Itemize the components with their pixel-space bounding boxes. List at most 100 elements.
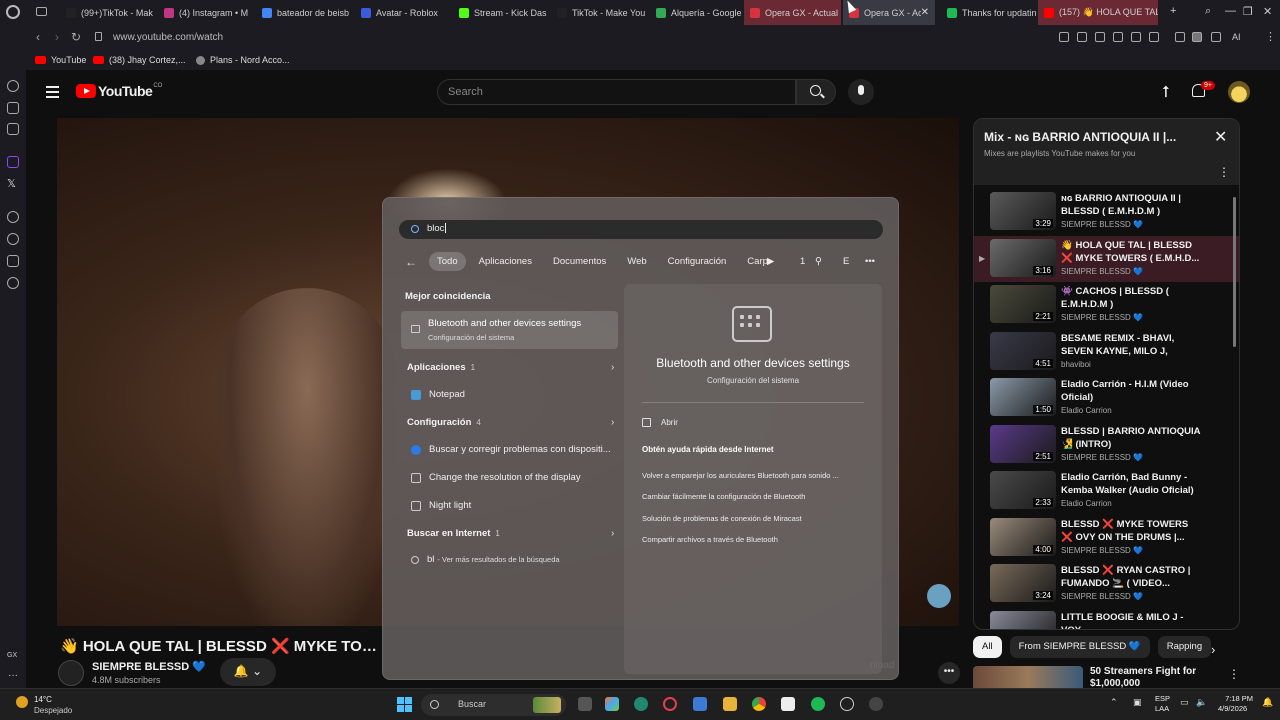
playlist-item[interactable]: 2:33 Eladio Carrión, Bad Bunny - Kemba Wa… xyxy=(974,468,1239,515)
browser-tab[interactable]: Opera GX - Ac ✕ xyxy=(843,0,935,25)
bookmark-nord[interactable]: Plans - Nord Acco... xyxy=(196,55,290,65)
roblox-icon[interactable] xyxy=(869,697,883,711)
reload-icon[interactable]: ↻ xyxy=(71,30,81,44)
minimize-icon[interactable]: — xyxy=(1225,5,1236,17)
search-filter-tab[interactable]: Configuración xyxy=(660,252,735,271)
video-thumbnail[interactable]: 4:00 xyxy=(990,517,1056,556)
browser-tab[interactable]: Opera GX - Actual xyxy=(744,0,841,25)
video-thumbnail[interactable]: 3:24 xyxy=(990,564,1056,602)
playlist-item[interactable]: 3:29 ɴɢ BARRIO ANTIOQUIA II | BLESSD ( E.… xyxy=(974,189,1239,236)
settings-gear-icon[interactable] xyxy=(7,277,19,289)
file-explorer-icon[interactable] xyxy=(723,697,737,711)
url-field[interactable]: www.youtube.com/watch xyxy=(113,32,223,43)
playlist-item[interactable]: 4:51 BESAME REMIX - BHAVI, SEVEN KAYNE, M… xyxy=(974,329,1239,376)
playlist-item[interactable]: 3:24 BLESSD ❌ RYAN CASTRO | FUMANDO 🚬 ( V… xyxy=(974,561,1239,608)
video-thumbnail[interactable]: 3:29 xyxy=(990,192,1056,230)
shield-icon[interactable] xyxy=(1095,32,1105,42)
browser-tab[interactable]: (157) 👋 HOLA QUE TAL | xyxy=(1038,0,1158,25)
menu-icon[interactable]: ⋮ xyxy=(1265,30,1276,43)
playlist-item[interactable]: ▶ 3:16 👋 HOLA QUE TAL | BLESSD ❌ MYKE TOWE… xyxy=(974,235,1239,282)
video-thumbnail[interactable] xyxy=(990,610,1056,629)
tray-chevron-icon[interactable]: ⌃ xyxy=(1110,697,1118,708)
screenshot-icon[interactable] xyxy=(1077,32,1087,42)
browser-tab[interactable]: TikTok - Make You xyxy=(551,0,647,25)
filters-more-icon[interactable]: ••• xyxy=(865,256,875,267)
back-icon[interactable]: ‹ xyxy=(36,30,40,44)
maximize-icon[interactable]: ❐ xyxy=(1243,5,1253,18)
tray-app-icon[interactable]: ▣ xyxy=(1133,697,1142,708)
youtube-logo[interactable]: YouTube CO xyxy=(76,83,162,99)
extensions-cube-icon[interactable] xyxy=(7,255,19,267)
video-thumbnail[interactable]: 2:33 xyxy=(990,471,1056,509)
browser-tab[interactable]: (4) Instagram • M xyxy=(158,0,254,25)
subscribed-bell-button[interactable]: 🔔 ⌄ xyxy=(220,658,276,686)
weather-temp[interactable]: 14°C xyxy=(34,695,52,704)
close-window-icon[interactable]: ✕ xyxy=(1263,5,1272,18)
create-upload-icon[interactable]: ⭡ xyxy=(1162,84,1170,102)
browser-tab[interactable]: Stream - Kick Das xyxy=(453,0,549,25)
play-icon[interactable] xyxy=(1131,32,1141,42)
recommended-more-icon[interactable]: ⋮ xyxy=(1228,667,1240,681)
playlist-item[interactable]: 4:00 BLESSD ❌ MYKE TOWERS ❌ OVY ON THE DR… xyxy=(974,515,1239,562)
weather-condition[interactable]: Despejado xyxy=(34,706,72,715)
web-header[interactable]: Buscar en Internet 1 › xyxy=(407,528,617,539)
recommended-title[interactable]: 50 Streamers Fight for $1,000,000 xyxy=(1090,666,1220,688)
browser-tab[interactable]: bateador de beisb xyxy=(256,0,352,25)
volume-icon[interactable]: 🔈 xyxy=(1196,697,1207,708)
channel-name[interactable]: SIEMPRE BLESSD 💙 xyxy=(92,660,206,673)
task-view-icon[interactable] xyxy=(578,697,592,711)
search-input[interactable]: Search xyxy=(437,79,796,105)
settings-header[interactable]: Configuración 4 › xyxy=(407,417,617,428)
playlist-item[interactable]: 1:50 Eladio Carrión - H.I.M (Video Oficia… xyxy=(974,375,1239,422)
clock-time[interactable]: 7:18 PM xyxy=(1223,694,1253,703)
gx-mods-icon[interactable] xyxy=(7,123,19,135)
video-thumbnail[interactable]: 2:21 xyxy=(990,285,1056,323)
region-indicator[interactable]: LAA xyxy=(1155,704,1169,713)
video-thumbnail[interactable]: 4:51 xyxy=(990,331,1056,370)
recommended-thumbnail[interactable] xyxy=(973,666,1083,688)
hamburger-menu-icon[interactable] xyxy=(46,86,59,101)
edge-icon[interactable] xyxy=(634,697,648,711)
search-filter-tab[interactable]: Aplicaciones xyxy=(471,252,540,271)
search-filter-tab[interactable]: Todo xyxy=(429,252,466,271)
video-thumbnail[interactable]: 2:51 xyxy=(990,424,1056,463)
profile-icon[interactable] xyxy=(1192,32,1202,42)
player-icon[interactable] xyxy=(7,211,19,223)
browser-tab[interactable]: Avatar - Roblox xyxy=(355,0,451,25)
more-icon[interactable]: ··· xyxy=(8,670,18,681)
filter-chip[interactable]: Rapping xyxy=(1157,636,1212,658)
store-icon[interactable] xyxy=(693,697,707,711)
playlist-item[interactable]: LITTLE BOOGIE & MILO J - VOY xyxy=(974,608,1239,629)
apps-header[interactable]: Aplicaciones 1 › xyxy=(407,362,617,373)
start-search-input[interactable]: bloc xyxy=(399,220,883,239)
weather-icon[interactable] xyxy=(16,696,28,708)
forward-icon[interactable]: › xyxy=(55,30,59,44)
playlist-more-icon[interactable]: ⋮ xyxy=(1218,165,1230,179)
twitch-icon[interactable] xyxy=(7,156,19,168)
translate-icon[interactable] xyxy=(1113,32,1123,42)
search-filter-tab[interactable]: Documentos xyxy=(545,252,614,271)
taskbar-search[interactable]: Buscar xyxy=(421,694,566,716)
filter-chip[interactable]: From SIEMPRE BLESSD 💙 xyxy=(1009,636,1150,658)
spotify-icon[interactable] xyxy=(811,697,825,711)
best-match-card[interactable]: Bluetooth and other devices settings Con… xyxy=(401,311,618,349)
back-arrow-icon[interactable]: ← xyxy=(405,255,417,269)
history-icon[interactable] xyxy=(7,233,19,245)
extensions-icon[interactable] xyxy=(1175,32,1185,42)
search-filter-tab[interactable]: Web xyxy=(619,252,654,271)
playlist-item[interactable]: 2:51 BLESSD | BARRIO ANTIOQUIA 🧏‍♂️ (INTR… xyxy=(974,422,1239,469)
bookmark-jhay-cortez[interactable]: (38) Jhay Cortez,... xyxy=(93,55,186,65)
channel-watermark-icon[interactable] xyxy=(927,584,951,608)
heart-icon[interactable] xyxy=(1149,32,1159,42)
close-playlist-icon[interactable]: ✕ xyxy=(1214,127,1227,147)
bookmark-flag-icon[interactable] xyxy=(1059,32,1069,42)
bookmark-youtube[interactable]: YouTube xyxy=(35,55,86,65)
video-thumbnail[interactable]: 3:16 xyxy=(990,238,1056,277)
result-notepad[interactable]: Notepad xyxy=(411,389,611,400)
playlist-scrollbar[interactable] xyxy=(1233,197,1236,347)
chrome-icon[interactable] xyxy=(752,697,766,711)
notifications-icon[interactable]: 🔔 xyxy=(1262,697,1273,708)
search-button[interactable] xyxy=(796,79,836,105)
result-display-resolution[interactable]: Change the resolution of the display xyxy=(411,472,611,483)
filter-trophy-icon[interactable]: ⚲ xyxy=(815,256,822,267)
